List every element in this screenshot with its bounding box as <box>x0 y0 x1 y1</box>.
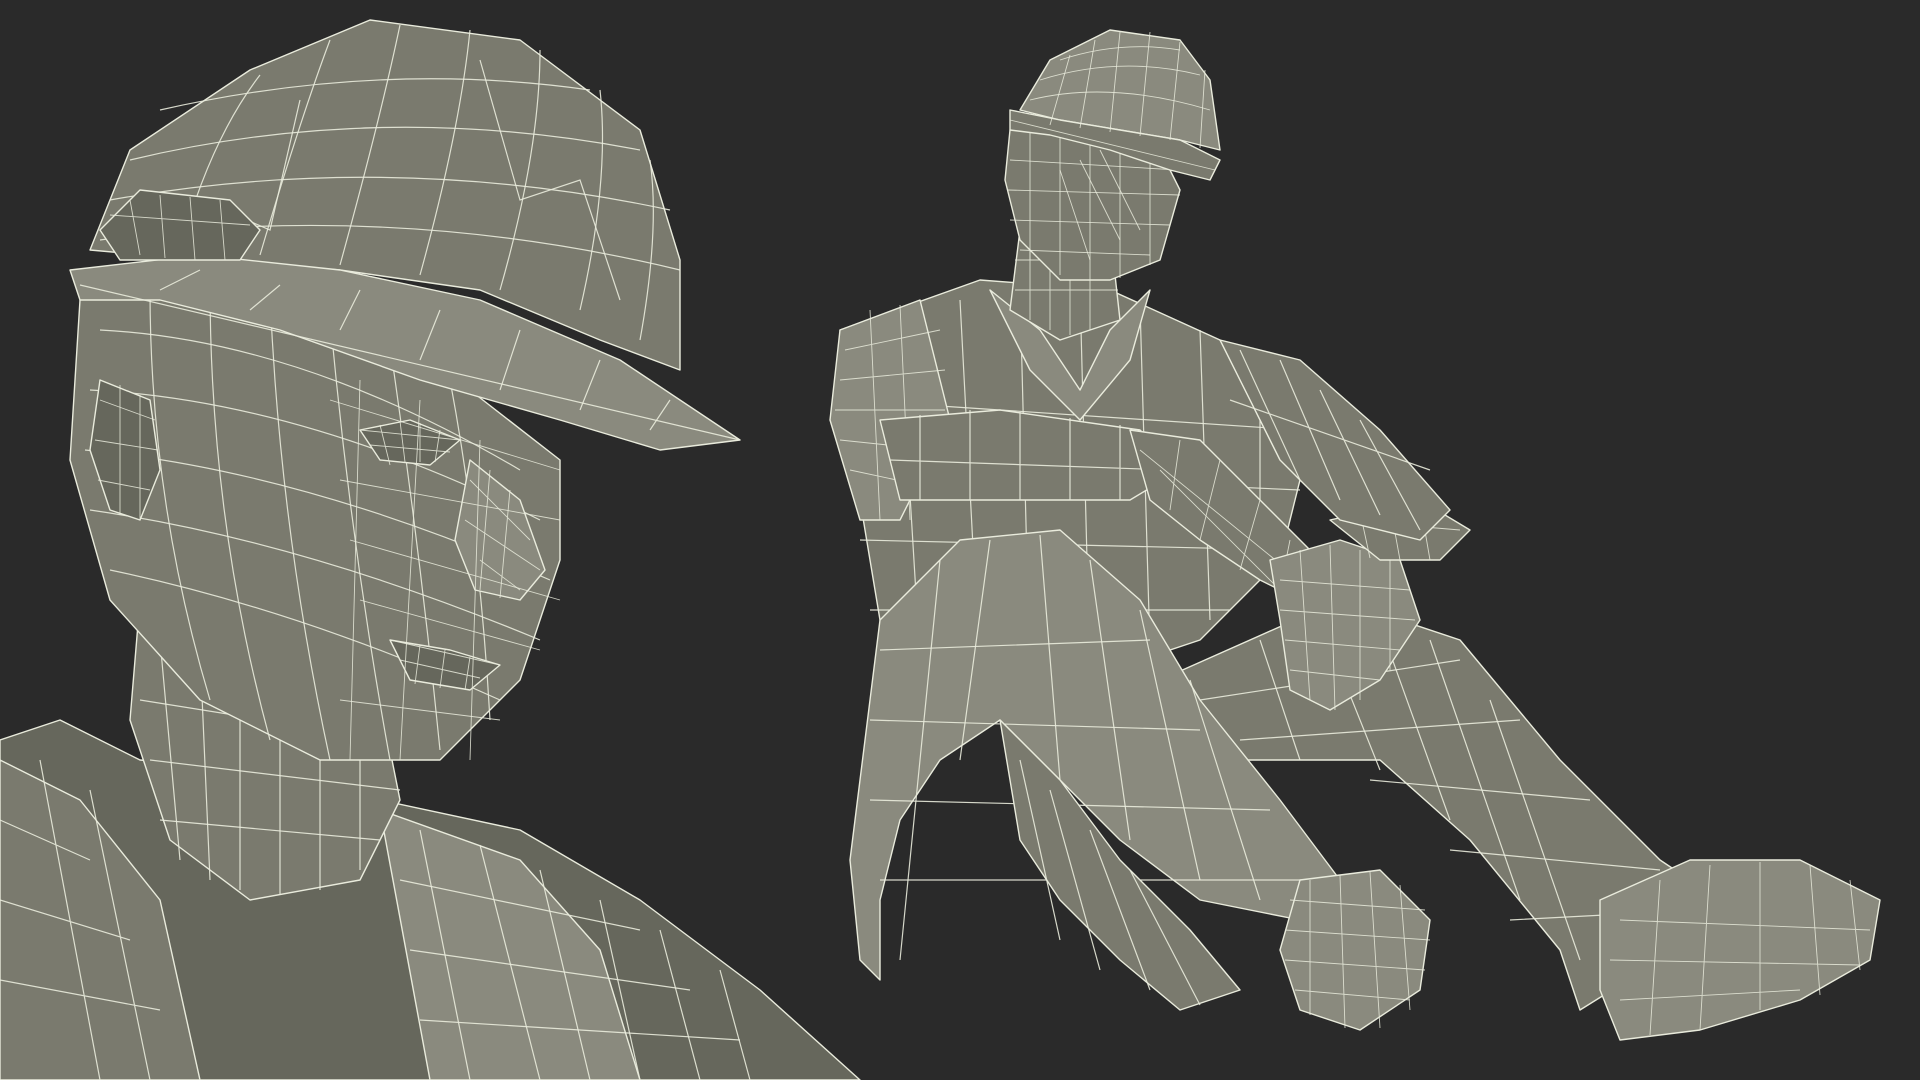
seated-figure <box>829 29 1881 1041</box>
render-canvas <box>0 19 1881 1080</box>
closeup-portrait <box>0 19 861 1080</box>
image-stage <box>0 0 1920 1080</box>
figure-left-shoe <box>1279 869 1431 1031</box>
figure-right-shoe <box>1599 859 1881 1041</box>
closeup-jacket <box>0 719 861 1080</box>
